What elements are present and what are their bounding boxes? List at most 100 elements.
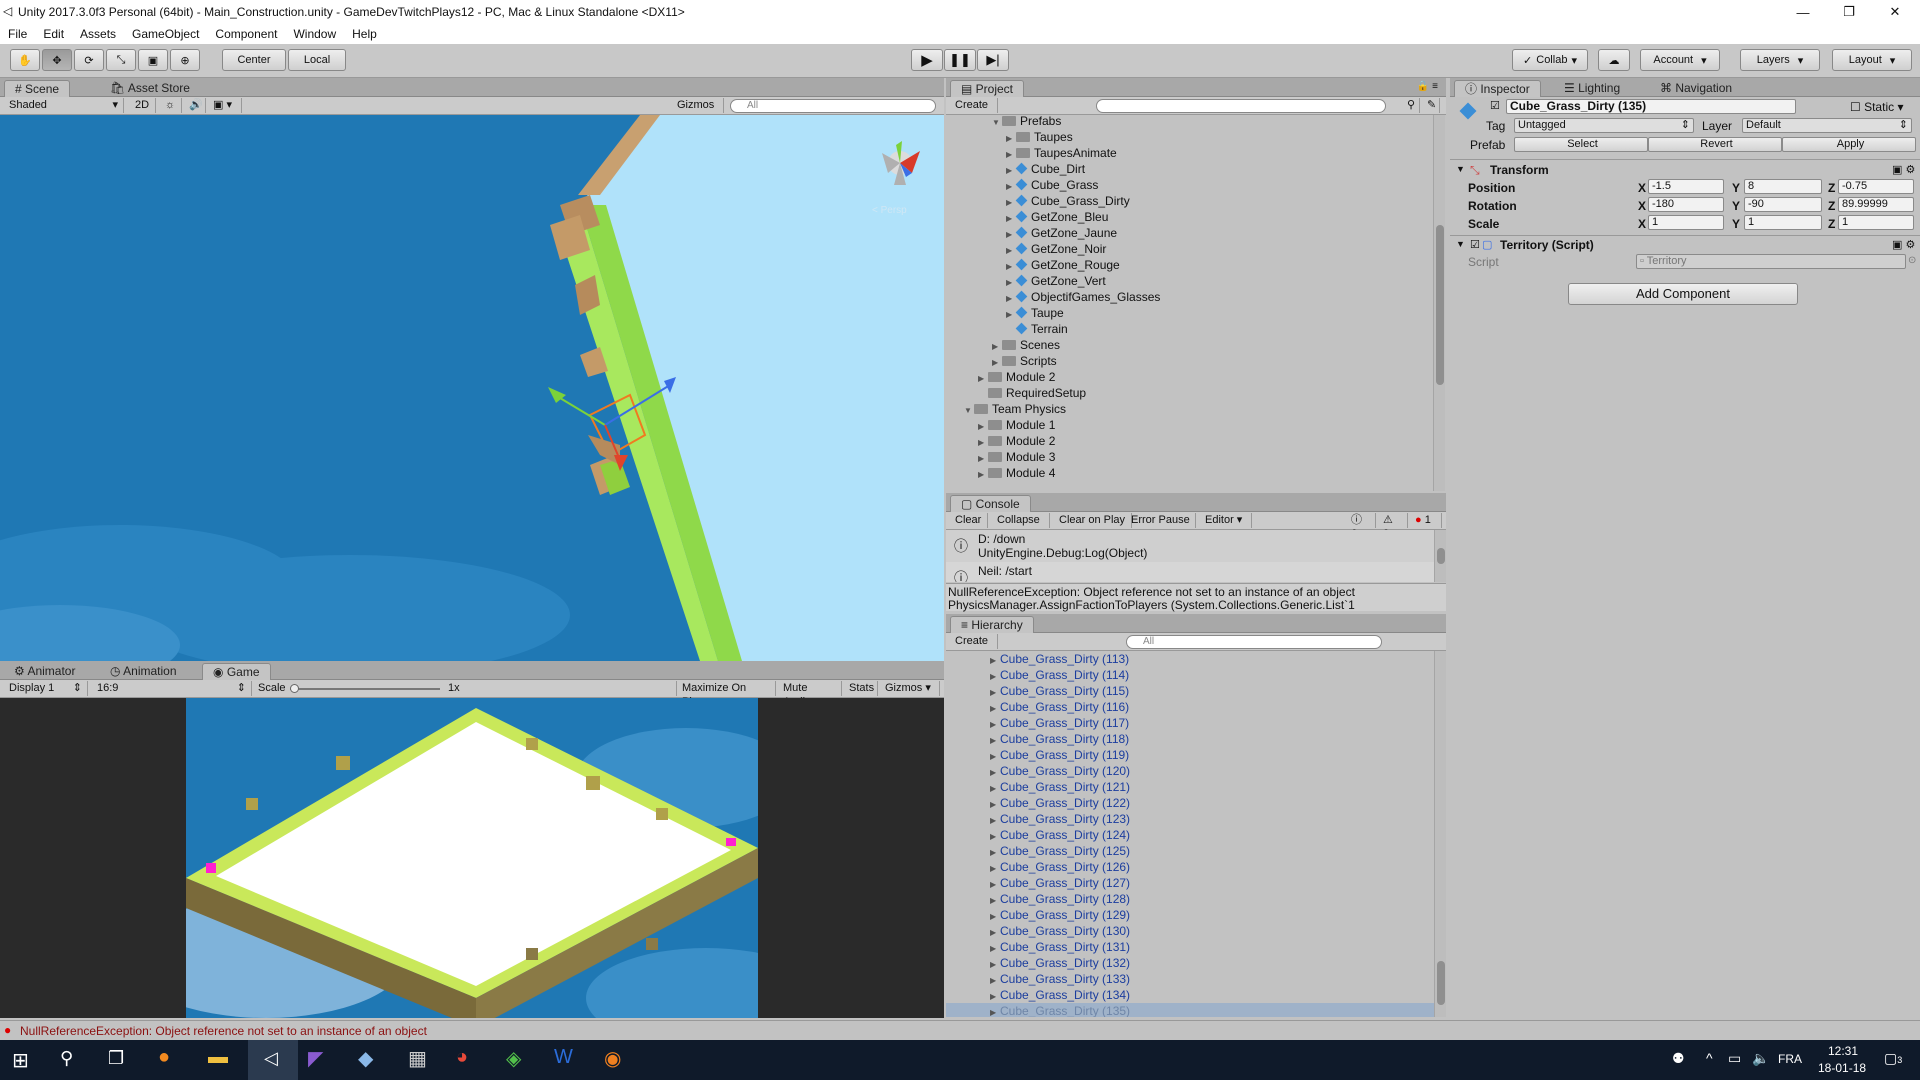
project-tree-item[interactable]: ▶ Scenes [992, 337, 1060, 353]
filter-label-icon[interactable]: ✎ [1422, 98, 1440, 113]
layout-dropdown[interactable]: Layout ▾ [1832, 49, 1912, 71]
tab-animation[interactable]: ◷ Animation [100, 663, 187, 680]
tab-game[interactable]: ◉ Game [202, 663, 271, 680]
console-info-toggle[interactable]: ⓘ 6 [1346, 513, 1376, 540]
project-tree-item[interactable]: ▶ GetZone_Noir [1006, 241, 1106, 257]
tab-project[interactable]: ▤ Project [950, 80, 1025, 97]
visual-studio-icon[interactable]: ◤ [308, 1046, 323, 1071]
git-client-icon[interactable]: ◈ [506, 1046, 521, 1071]
people-icon[interactable]: ⚉ [1672, 1050, 1685, 1067]
search-icon[interactable]: ⚲ [60, 1048, 73, 1069]
hierarchy-item[interactable]: ▶ Cube_Grass_Dirty (128) [946, 891, 1434, 907]
hierarchy-item[interactable]: ▶ Cube_Grass_Dirty (118) [946, 731, 1434, 747]
add-component-button[interactable]: Add Component [1568, 283, 1798, 305]
position-y-input[interactable]: 8 [1744, 179, 1822, 194]
aspect-dropdown[interactable]: 16:9 ⇕ [92, 681, 252, 696]
cloud-icon[interactable]: ☁ [1598, 49, 1630, 71]
game-gizmos-dropdown[interactable]: Gizmos ▾ [880, 681, 940, 696]
rotate-tool-icon[interactable]: ⟳ [74, 49, 104, 71]
project-tree-item[interactable]: ▶ GetZone_Rouge [1006, 257, 1120, 273]
object-picker-icon[interactable]: ⊙ [1908, 255, 1916, 266]
scale-z-input[interactable]: 1 [1838, 215, 1914, 230]
project-tree-item[interactable]: ▶ Module 1 [978, 417, 1055, 433]
stats-toggle[interactable]: Stats [844, 681, 878, 696]
hierarchy-item[interactable]: ▶ Cube_Grass_Dirty (126) [946, 859, 1434, 875]
hierarchy-item[interactable]: ▶ Cube_Grass_Dirty (119) [946, 747, 1434, 763]
hierarchy-item[interactable]: ▶ Cube_Grass_Dirty (114) [946, 667, 1434, 683]
scale-slider-handle[interactable] [290, 684, 299, 693]
filter-type-icon[interactable]: ⚲ [1402, 98, 1420, 113]
project-tree-item[interactable]: ▶ Cube_Dirt [1006, 161, 1085, 177]
expanded-arrow-icon[interactable]: ▼ [992, 115, 1002, 131]
rotation-y-input[interactable]: -90 [1744, 197, 1822, 212]
maximize-button[interactable]: ❐ [1826, 0, 1872, 24]
shading-dropdown[interactable]: Shaded ▾ [4, 98, 124, 113]
tab-scene[interactable]: # Scene [4, 80, 71, 97]
script-settings-icon[interactable]: ▣ ⚙ [1892, 238, 1915, 251]
hierarchy-item[interactable]: ▶ Cube_Grass_Dirty (132) [946, 955, 1434, 971]
active-checkbox[interactable]: ☑ [1490, 99, 1500, 112]
tab-console[interactable]: ▢ Console [950, 495, 1031, 512]
hierarchy-item[interactable]: ▶ Cube_Grass_Dirty (123) [946, 811, 1434, 827]
hand-tool-icon[interactable]: ✋ [10, 49, 40, 71]
project-tree-item[interactable]: ▶ GetZone_Vert [1006, 273, 1106, 289]
tag-dropdown[interactable]: Untagged ⇕ [1514, 118, 1694, 133]
tab-lighting[interactable]: ☰ Lighting [1554, 80, 1630, 97]
project-tree-item[interactable]: ▶ Module 3 [978, 449, 1055, 465]
step-icon[interactable]: ▶| [977, 49, 1009, 71]
project-tree-item[interactable]: ▶ GetZone_Bleu [1006, 209, 1108, 225]
hierarchy-item[interactable]: ▶ Cube_Grass_Dirty (122) [946, 795, 1434, 811]
project-create-dropdown[interactable]: Create ▾ [950, 98, 998, 125]
hierarchy-item[interactable]: ▶ Cube_Grass_Dirty (116) [946, 699, 1434, 715]
hierarchy-item[interactable]: ▶ Cube_Grass_Dirty (130) [946, 923, 1434, 939]
pivot-center-button[interactable]: Center [222, 49, 286, 71]
scene-gizmos-dropdown[interactable]: Gizmos ▾ [672, 98, 724, 125]
menu-help[interactable]: Help [344, 27, 385, 41]
project-tree-item[interactable]: ▶ GetZone_Jaune [1006, 225, 1117, 241]
project-tree-item[interactable]: ▶ Taupes [1006, 129, 1073, 145]
tab-inspector[interactable]: ⓘ Inspector [1454, 80, 1541, 97]
tab-navigation[interactable]: ⌘ Navigation [1650, 80, 1742, 97]
collab-button[interactable]: ✓ Collab ▾ [1512, 49, 1588, 71]
expanded-arrow-icon[interactable]: ▼ [964, 403, 974, 419]
project-scrollbar[interactable] [1433, 115, 1445, 491]
scene-viewport[interactable]: < Persp [0, 115, 944, 661]
hierarchy-item[interactable]: ▶ Cube_Grass_Dirty (131) [946, 939, 1434, 955]
console-editor-dropdown[interactable]: Editor ▾ [1200, 513, 1252, 528]
console-clear-on-play-button[interactable]: Clear on Play [1054, 513, 1132, 528]
clock-date[interactable]: 18-01-18 [1818, 1061, 1866, 1075]
scale-x-input[interactable]: 1 [1648, 215, 1724, 230]
account-dropdown[interactable]: Account ▾ [1640, 49, 1720, 71]
pivot-local-button[interactable]: Local [288, 49, 346, 71]
project-tree-item[interactable]: ▶ Scripts [992, 353, 1057, 369]
console-error-pause-button[interactable]: Error Pause [1126, 513, 1196, 528]
menu-edit[interactable]: Edit [35, 27, 72, 41]
hierarchy-scrollbar[interactable] [1434, 651, 1446, 1017]
network-icon[interactable]: ▭ [1728, 1050, 1741, 1067]
rotation-z-input[interactable]: 89.99999 [1838, 197, 1914, 212]
position-z-input[interactable]: -0.75 [1838, 179, 1914, 194]
script-foldout-icon[interactable]: ▼ [1456, 239, 1465, 249]
unity-taskbar-item[interactable]: ◁ [248, 1040, 298, 1080]
menu-window[interactable]: Window [285, 27, 344, 41]
hierarchy-item[interactable]: ▶ Cube_Grass_Dirty (120) [946, 763, 1434, 779]
scale-slider[interactable] [290, 684, 440, 693]
windows-start-icon[interactable]: ⊞ [12, 1048, 29, 1073]
console-collapse-button[interactable]: Collapse [992, 513, 1050, 528]
static-toggle[interactable]: ☐ Static ▾ [1850, 100, 1903, 114]
hierarchy-item[interactable]: ▶ Cube_Grass_Dirty (121) [946, 779, 1434, 795]
prefab-apply-button[interactable]: Apply [1782, 137, 1916, 152]
console-entry[interactable]: ⓘ Neil: /start [946, 562, 1434, 582]
transform-foldout-icon[interactable]: ▼ [1456, 164, 1465, 174]
project-tree-item[interactable]: Terrain [1006, 321, 1068, 337]
mute-audio-toggle[interactable]: Mute Audio [778, 681, 842, 708]
project-tree-item[interactable]: ▼ Team Physics [964, 401, 1066, 417]
scale-y-input[interactable]: 1 [1744, 215, 1822, 230]
maximize-on-play-toggle[interactable]: Maximize On Play [676, 681, 776, 708]
transform-settings-icon[interactable]: ▣ ⚙ [1892, 163, 1915, 176]
hierarchy-item[interactable]: ▶ Cube_Grass_Dirty (134) [946, 987, 1434, 1003]
scale-tool-icon[interactable]: ⤡ [106, 49, 136, 71]
panel-menu-icon[interactable]: 🔒 ≡ [1417, 81, 1438, 92]
file-explorer-icon[interactable]: ▬ [208, 1046, 228, 1069]
project-tree-item[interactable]: ▶ Module 2 [978, 369, 1055, 385]
